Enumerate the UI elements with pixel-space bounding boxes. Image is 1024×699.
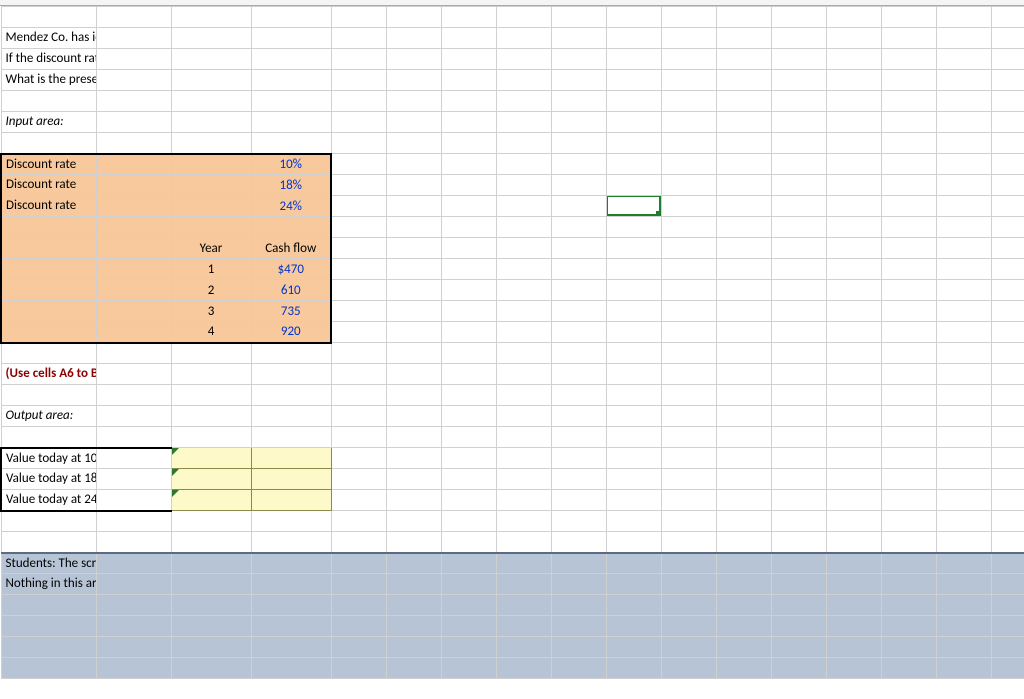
instruction-text: (Use cells A6 to B14 from the given info… — [1, 364, 96, 385]
year-header: Year — [171, 238, 251, 259]
output-value-2[interactable] — [171, 469, 251, 490]
output-label-2: Value today at 18% — [1, 469, 96, 490]
output-value-3[interactable] — [171, 490, 251, 511]
output-value-3b[interactable] — [251, 490, 331, 511]
cashflow-cell[interactable]: 610 — [251, 280, 331, 301]
cashflow-cell[interactable]: $470 — [251, 259, 331, 280]
cashflow-cell[interactable]: 735 — [251, 301, 331, 322]
spreadsheet-grid[interactable]: Mendez Co. has identified an investment … — [0, 6, 1024, 679]
problem-text-line2: If the discount rate is 10 percent, what… — [1, 49, 96, 70]
output-value-2b[interactable] — [251, 469, 331, 490]
cashflow-header: Cash flow — [251, 238, 331, 259]
year-cell[interactable]: 3 — [171, 301, 251, 322]
scratchpad-text-2: Nothing in this area will be graded, but… — [1, 574, 96, 595]
discount-rate-label-3: Discount rate — [1, 196, 96, 217]
discount-rate-value-2[interactable]: 18% — [251, 175, 331, 196]
discount-rate-value-3[interactable]: 24% — [251, 196, 331, 217]
active-cell[interactable] — [606, 196, 661, 217]
output-value-1b[interactable] — [251, 448, 331, 469]
output-label-3: Value today at 24% — [1, 490, 96, 511]
year-cell[interactable]: 1 — [171, 259, 251, 280]
year-cell[interactable]: 2 — [171, 280, 251, 301]
output-label-1: Value today at 10% — [1, 448, 96, 469]
input-area-label: Input area: — [1, 112, 96, 133]
discount-rate-label-2: Discount rate — [1, 175, 96, 196]
problem-text-line1: Mendez Co. has identified an investment … — [1, 28, 96, 49]
year-cell[interactable]: 4 — [171, 322, 251, 343]
problem-text-line3: What is the present value at 18 percent?… — [1, 70, 96, 91]
output-value-1[interactable] — [171, 448, 251, 469]
discount-rate-value-1[interactable]: 10% — [251, 154, 331, 175]
scratchpad-text-1: Students: The scratchpad area is for you… — [1, 553, 96, 574]
output-area-label: Output area: — [1, 406, 96, 427]
cashflow-cell[interactable]: 920 — [251, 322, 331, 343]
discount-rate-label-1: Discount rate — [1, 154, 96, 175]
